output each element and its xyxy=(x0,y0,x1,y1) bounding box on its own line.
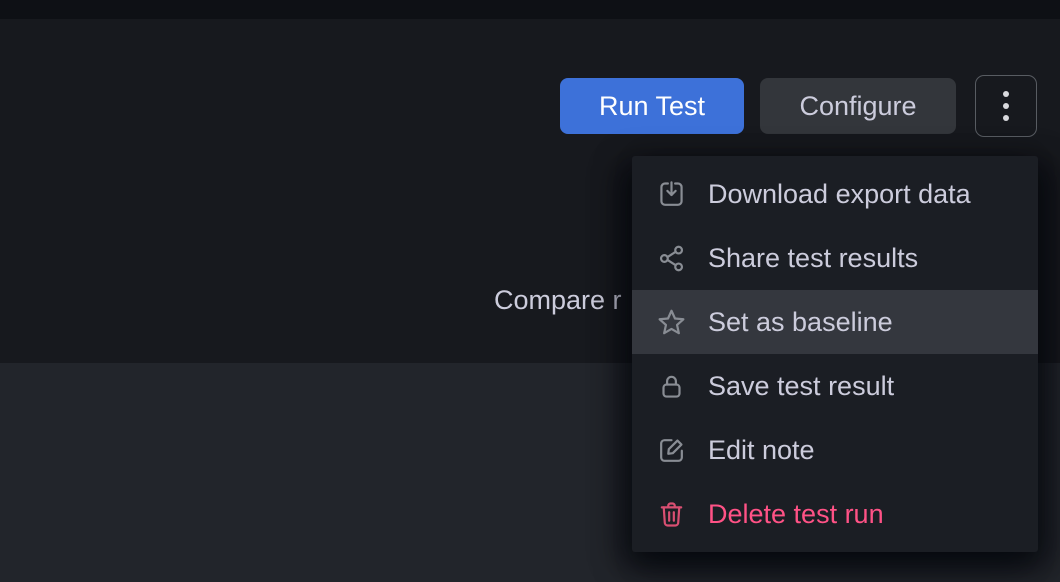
kebab-dot xyxy=(1003,91,1009,97)
kebab-dot xyxy=(1003,115,1009,121)
kebab-dot xyxy=(1003,103,1009,109)
menu-item-label: Save test result xyxy=(708,371,894,402)
top-strip xyxy=(0,0,1060,19)
menu-item-share-test-results[interactable]: Share test results xyxy=(632,226,1038,290)
configure-button[interactable]: Configure xyxy=(760,78,956,134)
lock-icon xyxy=(656,371,687,402)
menu-item-edit-note[interactable]: Edit note xyxy=(632,418,1038,482)
trash-icon xyxy=(656,499,687,530)
more-options-button[interactable] xyxy=(975,75,1037,137)
star-icon xyxy=(656,307,687,338)
screen: Compare r Run Test Configure Download ex… xyxy=(0,0,1060,582)
menu-item-label: Share test results xyxy=(708,243,918,274)
menu-item-label: Download export data xyxy=(708,179,971,210)
menu-item-label: Edit note xyxy=(708,435,815,466)
menu-item-set-as-baseline[interactable]: Set as baseline xyxy=(632,290,1038,354)
menu-item-download-export-data[interactable]: Download export data xyxy=(632,162,1038,226)
edit-icon xyxy=(656,435,687,466)
menu-item-delete-test-run[interactable]: Delete test run xyxy=(632,482,1038,546)
compare-results-label: Compare r xyxy=(494,285,622,316)
menu-item-label: Set as baseline xyxy=(708,307,893,338)
context-menu: Download export data Share test results … xyxy=(632,156,1038,552)
share-icon xyxy=(656,243,687,274)
menu-item-label: Delete test run xyxy=(708,499,884,530)
download-icon xyxy=(656,179,687,210)
run-test-button[interactable]: Run Test xyxy=(560,78,744,134)
menu-item-save-test-result[interactable]: Save test result xyxy=(632,354,1038,418)
